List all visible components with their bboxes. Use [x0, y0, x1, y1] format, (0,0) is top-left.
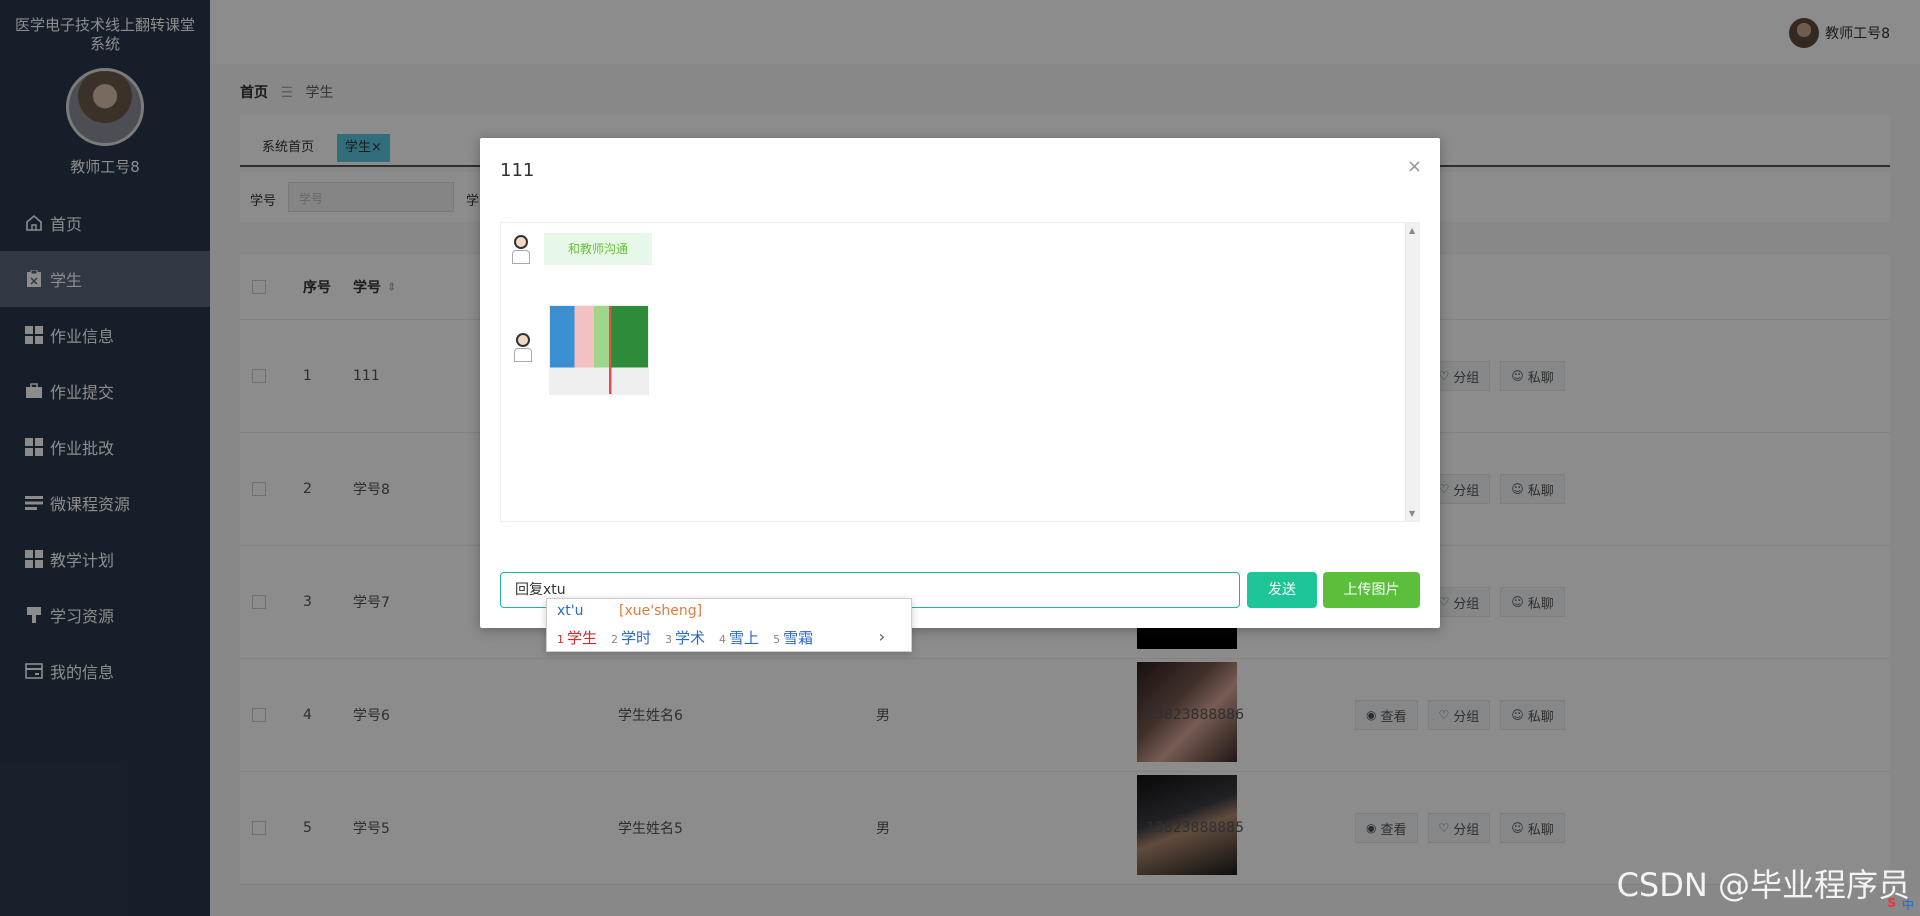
chevron-right-icon[interactable]: › [879, 627, 885, 646]
candidate-number: 4 [719, 633, 727, 646]
ime-candidate[interactable]: 5 雪霜 [773, 627, 813, 648]
candidate-word: 学生 [567, 629, 598, 647]
watermark: CSDN @毕业程序员 [1616, 866, 1910, 904]
sogou-icon: S [1887, 896, 1896, 910]
ime-candidate[interactable]: 2 学时 [611, 627, 651, 648]
candidate-word: 雪上 [729, 629, 760, 647]
candidate-word: 学时 [621, 629, 652, 647]
candidate-word: 雪霜 [783, 629, 814, 647]
candidate-number: 1 [557, 633, 564, 646]
upload-image-button[interactable]: 上传图片 [1323, 572, 1420, 608]
ime-candidates: 1 学生 2 学时 3 学术 4 雪上 5 雪霜 [557, 627, 813, 648]
chat-message: 和教师沟通 [544, 233, 653, 265]
candidate-number: 5 [773, 633, 781, 646]
ime-candidate[interactable]: 4 雪上 [719, 627, 759, 648]
send-button[interactable]: 发送 [1247, 572, 1317, 608]
doctor-avatar-icon [511, 333, 535, 363]
ime-hint: [xue'sheng] [619, 603, 703, 619]
candidate-number: 3 [665, 633, 673, 646]
ime-candidate-window: xt'u [xue'sheng] 1 学生 2 学时 3 学术 4 雪上 5 雪霜 › [546, 598, 912, 652]
ime-candidate[interactable]: 3 学术 [665, 627, 705, 648]
ime-pinyin: xt'u [557, 603, 584, 619]
chat-dialog: 111 × 和教师沟通 ▲ ▼ 回复xtu 发送 上传图片 [480, 138, 1440, 628]
scroll-down-icon[interactable]: ▼ [1409, 509, 1415, 518]
doctor-avatar-icon [509, 235, 533, 265]
chat-image[interactable] [549, 305, 649, 395]
candidate-number: 2 [611, 633, 619, 646]
ime-language-indicator[interactable]: 中 [1902, 896, 1914, 914]
ime-tray[interactable]: S 中 [1887, 896, 1914, 914]
chat-scrollbar[interactable]: ▲ ▼ [1405, 223, 1419, 521]
scroll-up-icon[interactable]: ▲ [1409, 226, 1415, 235]
dialog-title: 111 [500, 160, 535, 181]
candidate-word: 学术 [675, 629, 706, 647]
ime-candidate[interactable]: 1 学生 [557, 627, 597, 648]
close-icon[interactable]: × [1407, 156, 1422, 177]
chat-history[interactable]: 和教师沟通 ▲ ▼ [500, 222, 1420, 522]
